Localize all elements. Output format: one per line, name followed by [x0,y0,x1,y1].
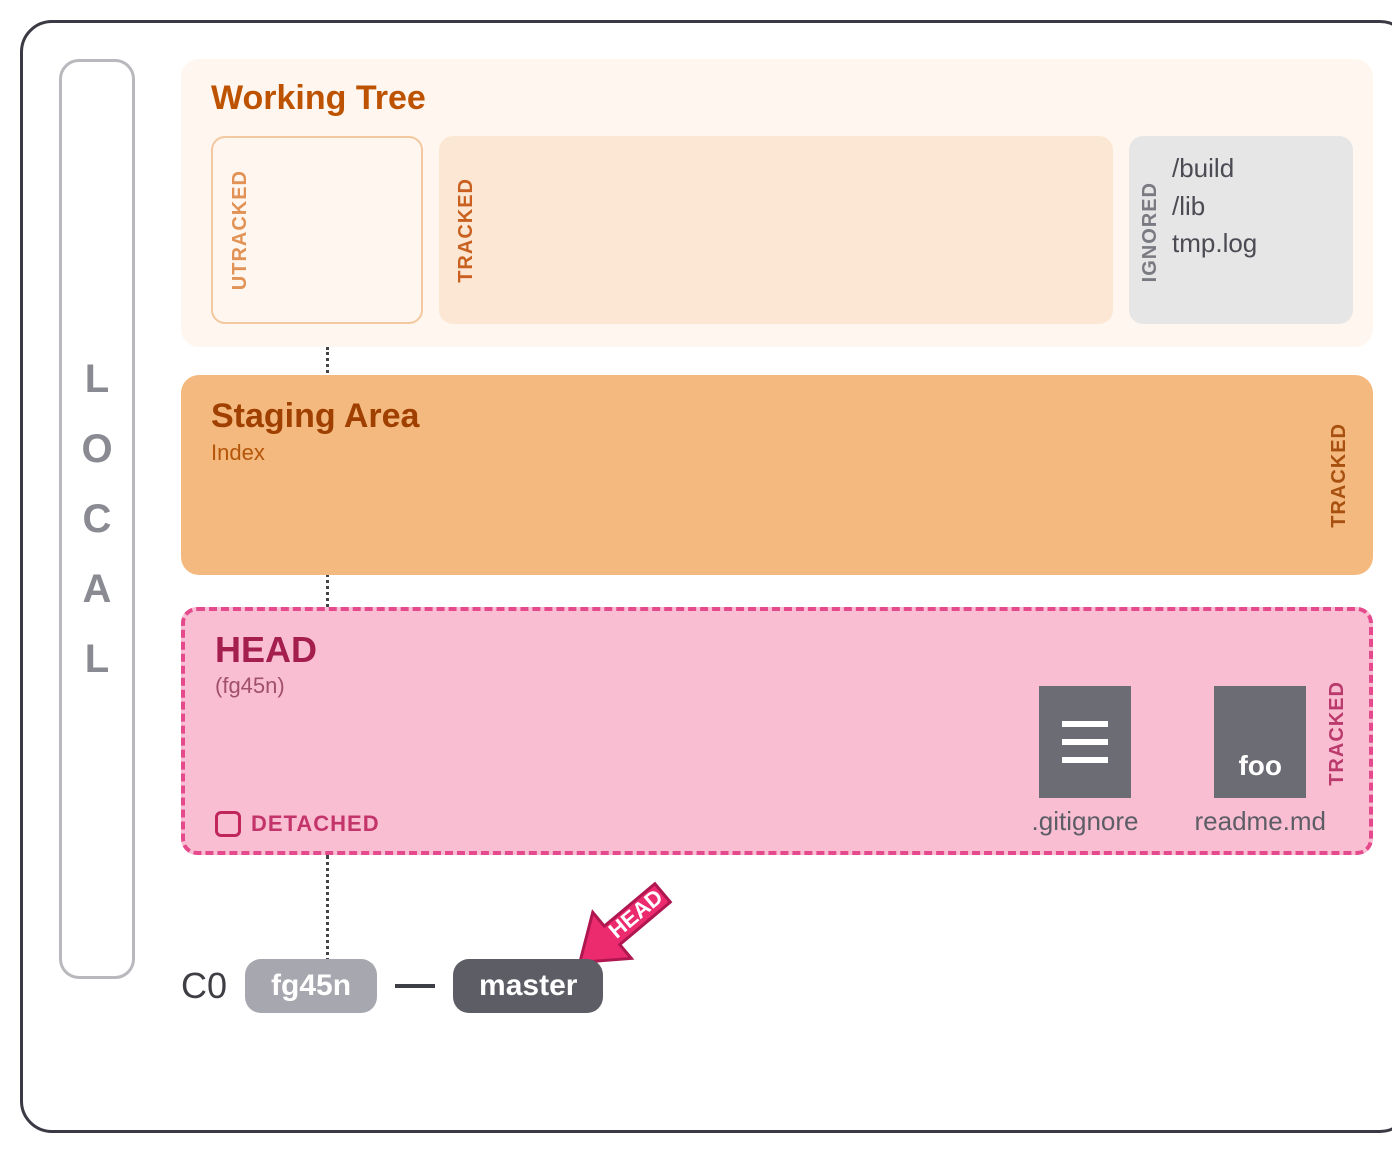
staging-area-region: Staging Area Index TRACKED [181,375,1373,575]
commit-link-line [395,984,435,988]
working-tree-row: UTRACKED TRACKED IGNORED /build /lib tmp… [211,136,1353,324]
commit-hash-pill: fg45n [245,959,377,1013]
tracked-box: TRACKED [439,136,1113,324]
head-title: HEAD [215,629,962,671]
head-hash: (fg45n) [215,673,962,699]
ignored-list: /build /lib tmp.log [1172,150,1257,263]
detached-checkbox-icon [215,811,241,837]
head-files: .gitignore foo readme.md [1032,629,1326,837]
file-gitignore: .gitignore [1032,686,1139,837]
local-rail: L O C A L [59,59,135,979]
head-region: HEAD (fg45n) DETACHED .gitignore foo rea… [181,607,1373,855]
layout-row: L O C A L Working Tree UTRACKED TRACKED … [59,59,1373,1094]
main-column: Working Tree UTRACKED TRACKED IGNORED /b… [181,59,1373,1094]
ignored-label: IGNORED [1139,182,1162,282]
local-letter: O [81,429,112,469]
file-label: .gitignore [1032,806,1139,837]
commit-row: C0 fg45n master [181,959,603,1013]
head-left: HEAD (fg45n) DETACHED [215,629,962,837]
diagram-frame: L O C A L Working Tree UTRACKED TRACKED … [20,20,1392,1133]
local-letter: L [85,639,109,679]
head-tracked-label: TRACKED [1326,681,1349,786]
untracked-label: UTRACKED [229,170,252,290]
local-letter: C [83,499,112,539]
file-readme: foo readme.md [1195,686,1327,837]
untracked-box: UTRACKED [211,136,423,324]
detached-label: DETACHED [251,811,380,837]
staging-text: Staging Area Index [211,397,1328,553]
local-letter: L [85,359,109,399]
ignored-entry: /build [1172,150,1257,188]
dotted-connector-bottom [326,855,329,975]
detached-row: DETACHED [215,811,962,837]
ignored-box: IGNORED /build /lib tmp.log [1129,136,1353,324]
commit-label: C0 [181,965,227,1007]
ignored-entry: tmp.log [1172,225,1257,263]
staging-subtitle: Index [211,440,1328,466]
branch-master-pill: master [453,959,603,1013]
tracked-label: TRACKED [455,178,478,283]
staging-title: Staging Area [211,397,1328,436]
file-label: readme.md [1195,806,1327,837]
working-tree-region: Working Tree UTRACKED TRACKED IGNORED /b… [181,59,1373,347]
local-letter: A [83,569,112,609]
file-icon-text: foo [1214,686,1306,798]
staging-tracked-label: TRACKED [1328,423,1351,528]
file-icon-lines [1039,686,1131,798]
ignored-entry: /lib [1172,188,1257,226]
working-tree-title: Working Tree [211,79,1353,118]
